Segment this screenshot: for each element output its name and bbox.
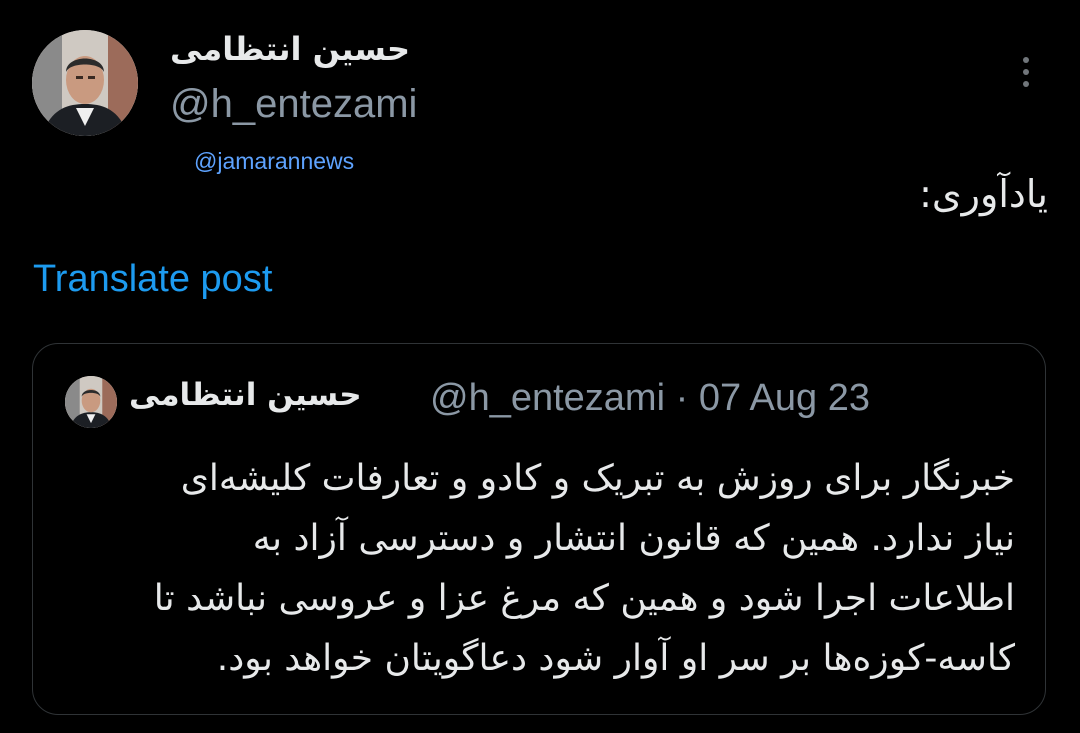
author-avatar[interactable]	[32, 30, 138, 136]
quoted-author-name: حسین انتظامی	[129, 377, 362, 413]
meta-separator: ·	[675, 377, 689, 419]
avatar-photo-icon	[32, 30, 138, 136]
quoted-post-line: کاسه-کوزه‌ها بر سر او آوار شود دعاگویتان…	[216, 638, 1015, 679]
quoted-author-handle: @h_entezami	[430, 377, 666, 419]
quoted-post-card[interactable]: حسین انتظامی @h_entezami · 07 Aug 23 خبر…	[32, 343, 1046, 715]
author-handle[interactable]: @h_entezami	[170, 82, 417, 127]
post-text: یادآوری:	[919, 172, 1048, 216]
quoted-post-body: خبرنگار برای روزش به تبریک و کادو و تعار…	[75, 449, 1015, 689]
more-options-icon[interactable]	[1014, 52, 1038, 92]
quoted-post-line: نیاز ندارد. همین که قانون انتشار و دسترس…	[252, 518, 1015, 559]
quoted-post-line: خبرنگار برای روزش به تبریک و کادو و تعار…	[180, 458, 1015, 499]
quoted-author-avatar	[65, 376, 117, 428]
quoted-post-line: اطلاعات اجرا شود و همین که مرغ عزا و عرو…	[153, 578, 1015, 619]
quoted-post-date: 07 Aug 23	[698, 377, 870, 419]
watermark: @jamarannews	[194, 148, 355, 174]
avatar-photo-icon	[65, 376, 117, 428]
author-display-name[interactable]: حسین انتظامی	[170, 30, 410, 68]
quoted-post-meta: @h_entezami · 07 Aug 23	[430, 377, 870, 420]
translate-post-link[interactable]: Translate post	[33, 258, 272, 301]
